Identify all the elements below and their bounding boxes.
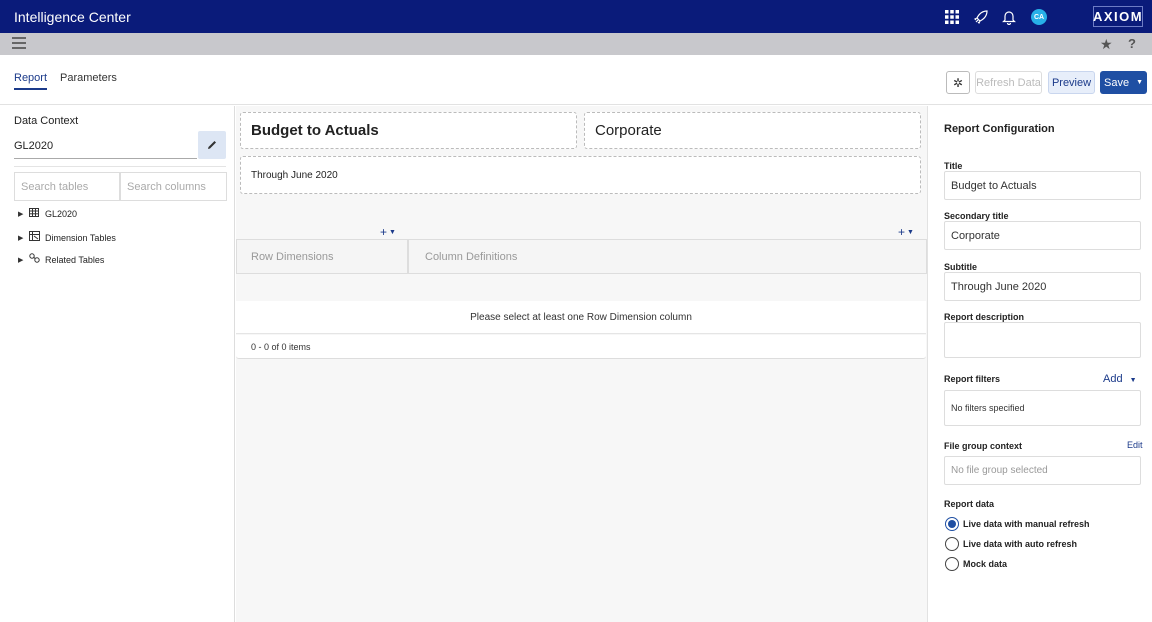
report-filters-label: Report filters — [944, 374, 1001, 384]
data-context-label: Data Context — [14, 115, 79, 127]
row-dimensions-header[interactable]: Row Dimensions — [236, 239, 408, 274]
report-canvas: Budget to Actuals Corporate Through June… — [236, 106, 927, 622]
app-title: Intelligence Center — [14, 9, 131, 25]
divider — [14, 166, 226, 167]
radio-live-auto-refresh[interactable]: Live data with auto refresh — [945, 537, 1077, 551]
secondary-bar: ★ ? — [0, 33, 1152, 55]
report-data-label: Report data — [944, 499, 995, 509]
bell-icon[interactable] — [999, 7, 1019, 27]
file-group-input[interactable]: No file group selected — [944, 456, 1141, 485]
add-row-dimension-button[interactable]: + ▼ — [380, 225, 396, 239]
report-filters-box[interactable]: No filters specified — [944, 390, 1141, 426]
pager-info: 0 - 0 of 0 items — [236, 335, 926, 359]
secondary-title-input[interactable]: Corporate — [944, 221, 1141, 250]
radio-live-manual-refresh[interactable]: Live data with manual refresh — [945, 517, 1090, 531]
brand-logo: AXIOM — [1093, 6, 1143, 27]
chevron-down-icon: ▼ — [1129, 377, 1137, 384]
save-button[interactable]: Save ▼ — [1100, 71, 1147, 94]
table-icon — [29, 208, 42, 220]
radio-mock-data[interactable]: Mock data — [945, 557, 1007, 571]
empty-grid-message: Please select at least one Row Dimension… — [236, 301, 926, 334]
pencil-icon — [208, 141, 216, 149]
report-description-input[interactable] — [944, 322, 1141, 358]
tree-item-dimension-tables[interactable]: ▶ Dimension Tables — [18, 231, 116, 244]
settings-button[interactable]: ✲ — [946, 71, 970, 94]
tree-item-label: Related Tables — [45, 254, 105, 265]
column-definitions-header[interactable]: Column Definitions — [408, 239, 927, 274]
title-label: Title — [944, 161, 963, 171]
hamburger-menu-icon[interactable] — [12, 37, 26, 51]
radio-label: Mock data — [963, 559, 1008, 569]
top-bar: Intelligence Center CA AXIOM — [0, 0, 1152, 33]
chevron-down-icon: ▼ — [389, 229, 396, 237]
search-columns-input[interactable]: Search columns — [120, 172, 227, 201]
radio-label: Live data with manual refresh — [963, 519, 1090, 529]
dimension-table-icon — [29, 231, 42, 244]
add-column-definition-button[interactable]: + ▼ — [898, 225, 914, 239]
file-group-context-label: File group context — [944, 441, 1023, 451]
expand-arrow-icon[interactable]: ▶ — [18, 234, 29, 242]
tree-item-label: GL2020 — [45, 209, 78, 219]
report-title-box[interactable]: Budget to Actuals — [240, 112, 577, 149]
radio-button-checked[interactable] — [945, 517, 959, 531]
subtitle-box[interactable]: Through June 2020 — [240, 156, 921, 194]
secondary-title-label: Secondary title — [944, 211, 1009, 221]
help-icon[interactable]: ? — [1128, 36, 1136, 51]
add-filter-label: Add — [1103, 373, 1123, 385]
preview-button[interactable]: Preview — [1048, 71, 1095, 94]
tree-item-label: Dimension Tables — [45, 232, 116, 243]
expand-arrow-icon[interactable]: ▶ — [18, 256, 29, 264]
avatar[interactable]: CA — [1031, 9, 1047, 25]
subtitle-input[interactable]: Through June 2020 — [944, 272, 1141, 301]
expand-arrow-icon[interactable]: ▶ — [18, 210, 29, 218]
chevron-down-icon: ▼ — [907, 229, 914, 237]
data-context-panel: Data Context GL2020 Search tables Search… — [6, 106, 235, 622]
subtitle-label: Subtitle — [944, 262, 977, 272]
data-context-field[interactable]: GL2020 — [14, 131, 197, 159]
tree-item-gl2020[interactable]: ▶ GL2020 — [18, 208, 77, 220]
star-icon[interactable]: ★ — [1100, 36, 1113, 53]
add-filter-button[interactable]: Add ▼ — [1103, 373, 1137, 385]
gear-icon: ✲ — [952, 75, 964, 90]
radio-label: Live data with auto refresh — [963, 539, 1078, 549]
edit-file-group-link[interactable]: Edit — [1127, 440, 1143, 450]
link-icon — [29, 253, 42, 266]
tree-item-related-tables[interactable]: ▶ Related Tables — [18, 253, 104, 266]
save-label: Save — [1103, 76, 1130, 89]
search-tables-input[interactable]: Search tables — [14, 172, 120, 201]
title-input[interactable]: Budget to Actuals — [944, 171, 1141, 200]
radio-button[interactable] — [945, 537, 959, 551]
tab-report[interactable]: Report — [14, 72, 48, 90]
report-description-label: Report description — [944, 312, 1025, 322]
edit-data-context-button[interactable] — [198, 131, 226, 159]
radio-button[interactable] — [945, 557, 959, 571]
rocket-icon[interactable] — [971, 7, 991, 27]
refresh-data-button[interactable]: Refresh Data — [975, 71, 1042, 94]
secondary-title-box[interactable]: Corporate — [584, 112, 921, 149]
panel-heading: Report Configuration — [944, 123, 1055, 135]
tab-parameters[interactable]: Parameters — [60, 72, 117, 84]
grid-icon[interactable] — [942, 7, 962, 27]
chevron-down-icon[interactable]: ▼ — [1136, 79, 1143, 86]
